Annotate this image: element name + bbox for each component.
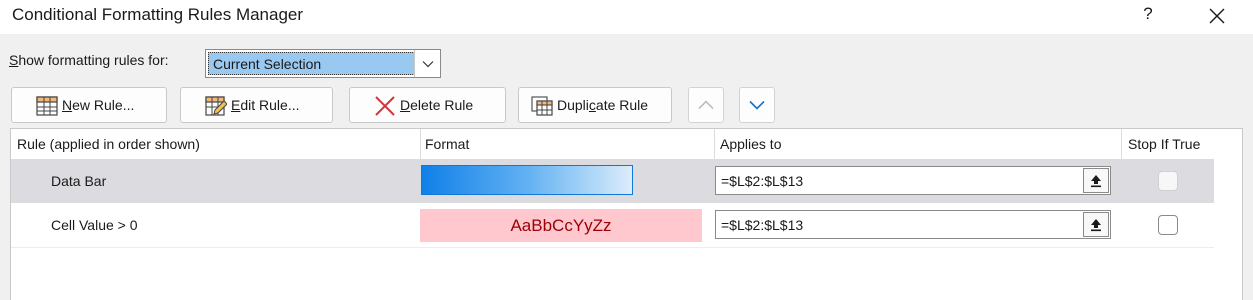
row-divider	[11, 247, 1214, 248]
applies-to-value: =$L$2:$L$13	[721, 217, 804, 233]
table-pencil-icon	[205, 96, 227, 116]
move-up-button[interactable]	[688, 87, 724, 123]
delete-rule-mnemonic: D	[400, 97, 411, 113]
edit-rule-button[interactable]: Edit Rule...	[180, 87, 333, 123]
stop-if-true-checkbox[interactable]	[1158, 171, 1178, 191]
delete-rule-label-text: elete Rule	[410, 97, 474, 113]
duplicate-rule-mnemonic: c	[588, 97, 596, 113]
chevron-down-icon	[422, 60, 433, 67]
range-collapse-icon	[1091, 174, 1101, 187]
rule-name: Data Bar	[51, 173, 107, 189]
close-button[interactable]	[1200, 2, 1234, 30]
data-bar-format-preview	[421, 165, 633, 195]
rules-list[interactable]: Rule (applied in order shown) Format App…	[10, 128, 1243, 300]
table-copy-icon	[531, 96, 553, 116]
show-rules-mnemonic: S	[9, 52, 19, 68]
duplicate-rule-label-text: ate Rule	[595, 97, 649, 113]
applies-to-field[interactable]: =$L$2:$L$13	[715, 210, 1111, 239]
column-header-applies-to[interactable]: Applies to	[715, 129, 1122, 159]
close-icon	[1209, 8, 1225, 24]
new-rule-label-text: ew Rule...	[72, 97, 135, 113]
column-header-format[interactable]: Format	[421, 129, 715, 159]
red-x-icon	[375, 96, 395, 116]
show-rules-label: Show formatting rules for:	[9, 52, 169, 68]
dropdown-arrow[interactable]	[414, 50, 440, 77]
rule-name: Cell Value > 0	[51, 217, 138, 233]
delete-rule-label: Delete Rule	[400, 97, 473, 113]
format-preview: AaBbCcYyZz	[420, 209, 702, 242]
dialog-body: Show formatting rules for: Current Selec…	[0, 34, 1253, 300]
move-down-button[interactable]	[739, 87, 775, 123]
show-rules-selected: Current Selection	[208, 52, 415, 75]
new-rule-button[interactable]: New Rule...	[11, 87, 167, 123]
dialog-title: Conditional Formatting Rules Manager	[12, 5, 304, 24]
stop-if-true-checkbox[interactable]	[1158, 215, 1178, 235]
edit-rule-label-text: dit Rule...	[240, 97, 300, 113]
duplicate-rule-label: Duplicate Rule	[557, 97, 648, 113]
applies-to-field[interactable]: =$L$2:$L$13	[715, 166, 1111, 195]
delete-rule-button[interactable]: Delete Rule	[349, 87, 506, 123]
duplicate-rule-label-pre: Dupli	[557, 97, 589, 113]
duplicate-rule-button[interactable]: Duplicate Rule	[518, 87, 672, 123]
edit-rule-label: Edit Rule...	[231, 97, 299, 113]
table-grid-icon	[36, 96, 58, 116]
new-rule-mnemonic: N	[62, 97, 73, 113]
help-button[interactable]: ?	[1135, 4, 1161, 28]
column-header-stop-if-true[interactable]: Stop If True	[1122, 129, 1214, 159]
range-collapse-button[interactable]	[1083, 168, 1109, 193]
chevron-down-icon	[749, 100, 765, 110]
applies-to-value: =$L$2:$L$13	[721, 173, 804, 189]
show-rules-label-text: how formatting rules for:	[18, 52, 169, 68]
column-header-rule[interactable]: Rule (applied in order shown)	[11, 129, 421, 159]
new-rule-label: New Rule...	[62, 97, 134, 113]
rule-row[interactable]: Cell Value > 0 AaBbCcYyZz =$L$2:$L$13	[11, 203, 1214, 247]
show-rules-dropdown[interactable]: Current Selection	[205, 49, 441, 78]
range-collapse-button[interactable]	[1083, 212, 1109, 237]
title-bar: Conditional Formatting Rules Manager ?	[0, 0, 1253, 34]
rule-row[interactable]: Data Bar =$L$2:$L$13	[11, 159, 1214, 203]
edit-rule-mnemonic: E	[231, 97, 241, 113]
chevron-up-icon	[698, 100, 714, 110]
range-collapse-icon	[1091, 218, 1101, 231]
